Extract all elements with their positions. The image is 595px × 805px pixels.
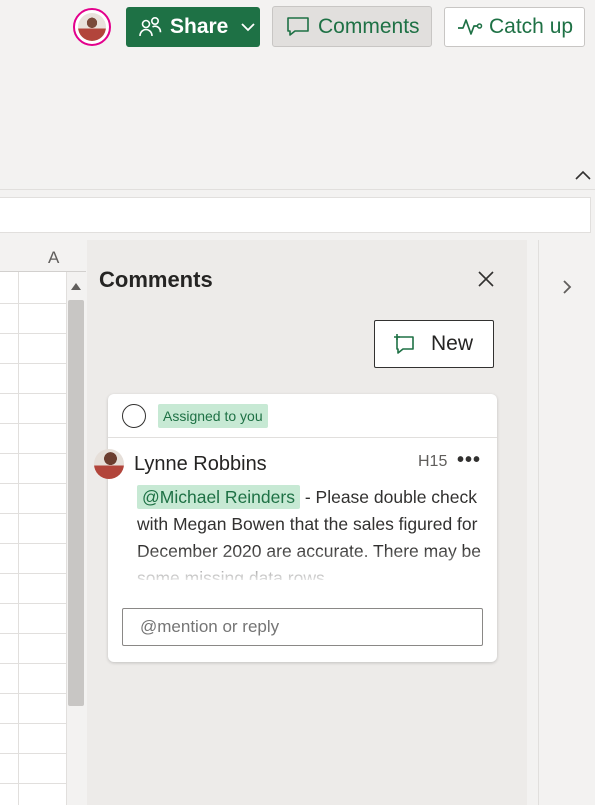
card-divider (108, 437, 497, 438)
catch-up-label: Catch up (489, 15, 574, 38)
share-button[interactable]: Share (126, 7, 260, 47)
ribbon-divider (0, 189, 595, 190)
grid-row-line (0, 603, 66, 604)
grid-row-line (0, 303, 66, 304)
author-name: Lynne Robbins (134, 453, 267, 475)
new-comment-icon (394, 334, 414, 354)
more-options-icon[interactable]: ••• (457, 449, 481, 472)
user-avatar[interactable] (73, 8, 111, 46)
comment-icon (287, 16, 309, 36)
scroll-up-button[interactable] (67, 275, 85, 297)
comments-label: Comments (318, 14, 420, 38)
grid-row-line (0, 513, 66, 514)
grid-column-line (18, 272, 19, 805)
close-icon[interactable] (476, 269, 496, 289)
grid-row-line (0, 633, 66, 634)
scroll-up-icon (71, 282, 81, 290)
grid-row-line (0, 663, 66, 664)
grid-row-line (0, 753, 66, 754)
grid-row-line (0, 483, 66, 484)
grid-row-line (0, 453, 66, 454)
column-header-a[interactable]: A (48, 248, 59, 268)
column-header-row (0, 240, 86, 272)
grid-row-line (0, 543, 66, 544)
grid-row-line (0, 393, 66, 394)
user-photo (78, 13, 106, 41)
grid-row-line (0, 693, 66, 694)
comments-button[interactable]: Comments (272, 6, 432, 47)
author-avatar (94, 449, 124, 479)
chevron-down-icon (241, 23, 256, 32)
new-comment-label: New (431, 332, 474, 355)
activity-icon (458, 19, 483, 35)
resolve-task-checkbox[interactable] (122, 404, 146, 428)
comments-pane-title: Comments (99, 267, 213, 292)
mention-tag[interactable]: @Michael Reinders (137, 485, 300, 509)
grid-row-line (0, 423, 66, 424)
new-comment-button[interactable]: New (374, 320, 494, 368)
formula-bar[interactable] (0, 197, 591, 233)
grid-row-line (0, 333, 66, 334)
chevron-up-icon[interactable] (573, 168, 593, 184)
share-label: Share (170, 15, 229, 38)
catch-up-button[interactable]: Catch up (444, 7, 585, 47)
assigned-badge: Assigned to you (158, 404, 268, 428)
cell-reference-link[interactable]: H15 (418, 453, 447, 471)
scrollbar-thumb[interactable] (68, 300, 84, 706)
grid-row-line (0, 363, 66, 364)
chevron-right-icon[interactable] (560, 278, 574, 296)
grid-row-line (0, 783, 66, 784)
grid-row-line (0, 573, 66, 574)
grid-row-line (0, 723, 66, 724)
share-people-icon (139, 16, 162, 37)
comment-body: @Michael Reinders - Please double check … (137, 484, 482, 580)
side-rail (538, 240, 595, 805)
reply-input[interactable] (122, 608, 483, 646)
